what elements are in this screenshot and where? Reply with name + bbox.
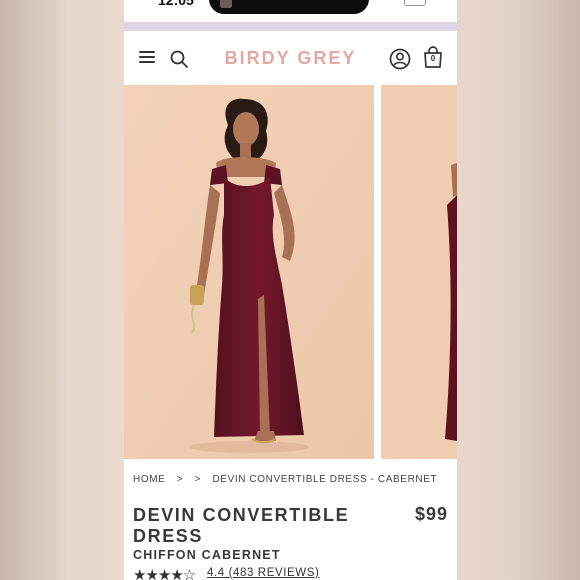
- breadcrumb-separator: >: [194, 474, 202, 485]
- rating-stars-icon: ★★★★☆: [133, 567, 196, 580]
- product-photo-main[interactable]: [124, 85, 374, 459]
- promo-strip: [124, 22, 457, 31]
- breadcrumb-current: DEVIN CONVERTIBLE DRESS - CABERNET: [212, 474, 438, 485]
- account-icon[interactable]: [389, 48, 411, 70]
- breadcrumb-home[interactable]: HOME: [133, 474, 165, 485]
- location-icon: ▲: [386, 0, 396, 3]
- cart-bag-icon[interactable]: 0: [422, 45, 444, 69]
- backdrop-right: [457, 0, 580, 580]
- model-partial-image: [381, 85, 457, 459]
- breadcrumb-separator: >: [176, 474, 184, 485]
- backdrop-left: [0, 0, 124, 580]
- breadcrumb: HOME > > DEVIN CONVERTIBLE DRESS - CABER…: [133, 474, 445, 485]
- phone-screen: 12:05 ▲ BIRDY GREY 0: [124, 0, 457, 580]
- product-gallery[interactable]: [124, 85, 457, 459]
- site-header: BIRDY GREY 0: [124, 31, 457, 85]
- product-price: $99: [414, 504, 448, 524]
- product-photo-next[interactable]: [381, 85, 457, 459]
- cart-count: 0: [430, 54, 436, 63]
- battery-icon: [404, 0, 426, 6]
- rating-reviews-link[interactable]: 4.4 (483 REVIEWS): [207, 567, 319, 579]
- dynamic-island: [209, 0, 369, 14]
- product-subtitle: CHIFFON CABERNET: [133, 548, 281, 562]
- product-title: DEVIN CONVERTIBLE DRESS: [133, 505, 350, 546]
- now-playing-icon: [220, 0, 232, 8]
- model-in-dress-image: [124, 85, 374, 459]
- status-time: 12:05: [158, 0, 194, 8]
